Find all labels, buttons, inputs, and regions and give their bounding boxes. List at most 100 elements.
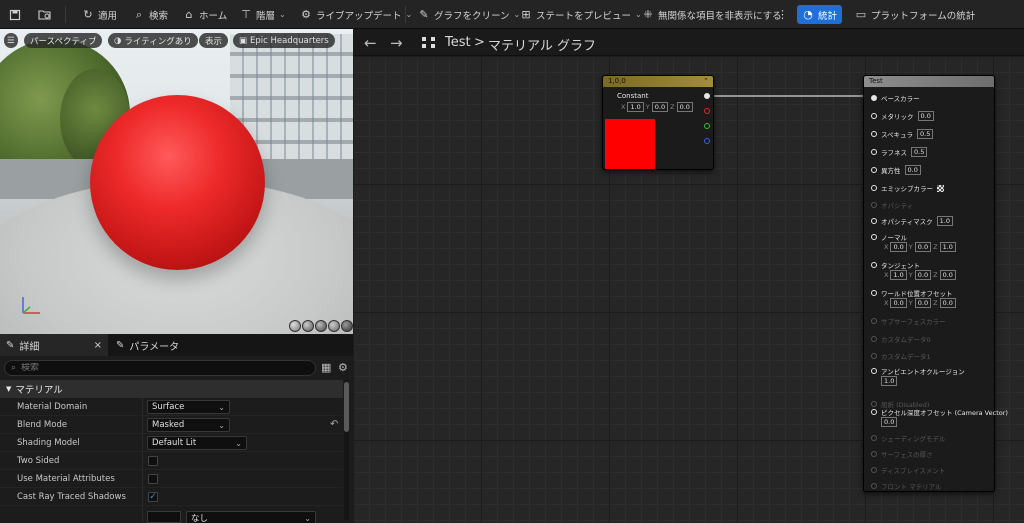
- pin-value-field[interactable]: 0.5: [917, 129, 934, 139]
- forward-arrow-icon[interactable]: →: [390, 34, 403, 52]
- pin-z-field[interactable]: 1.0: [939, 242, 956, 252]
- pin-x-field[interactable]: 0.0: [890, 242, 907, 252]
- pin-xyz-fields: X 1.0 Y 0.0 Z 0.0: [884, 270, 956, 280]
- tab-parameters[interactable]: ✎ パラメータ: [110, 334, 185, 356]
- brush-icon: ✎: [419, 8, 429, 21]
- pin-x-field[interactable]: 1.0: [890, 270, 907, 280]
- pin-y-field[interactable]: 0.0: [914, 298, 932, 308]
- pin-y-field[interactable]: 0.0: [914, 270, 932, 280]
- input-pin[interactable]: [871, 167, 877, 173]
- hide-unrelated-button[interactable]: ⁜ 無関係な項目を非表示にする: [642, 5, 781, 24]
- input-pin[interactable]: [871, 131, 877, 137]
- pin-value-field[interactable]: 0.0: [904, 165, 921, 175]
- breadcrumb-root[interactable]: Test: [445, 35, 471, 50]
- two-sided-checkbox[interactable]: [148, 456, 158, 466]
- reset-to-default-icon[interactable]: ↶: [330, 419, 338, 430]
- constant-z-field[interactable]: 0.0: [676, 102, 693, 112]
- property-row-material-domain: Material Domain Surface ⌄: [0, 398, 343, 416]
- constant3vector-node[interactable]: 1,0,0 ⌃ Constant X 1.0 Y 0.0 Z 0.0: [602, 75, 714, 170]
- preview-viewport[interactable]: ☰ パースペクティブ ◑ ライティングあり 表示 ▣ Epic Headquar…: [0, 29, 353, 334]
- constant-y-field[interactable]: 0.0: [651, 102, 669, 112]
- input-pin[interactable]: [871, 234, 877, 240]
- input-pin[interactable]: [871, 185, 877, 191]
- property-row-partial: なし ⌄: [0, 506, 343, 523]
- pin-value-field[interactable]: 0.0: [881, 417, 898, 427]
- axis-label: Z: [933, 271, 938, 279]
- preview-plane-button[interactable]: [315, 320, 327, 332]
- input-pin[interactable]: [871, 368, 877, 374]
- back-arrow-icon[interactable]: ←: [364, 34, 377, 52]
- pin-label: フロント マテリアル: [881, 483, 942, 491]
- preview-cube-button[interactable]: [328, 320, 340, 332]
- output-pin-red[interactable]: [704, 108, 710, 114]
- preview-sphere-button[interactable]: [289, 320, 301, 332]
- table-view-icon[interactable]: ▦: [321, 361, 331, 374]
- input-pin[interactable]: [871, 218, 877, 224]
- axis-label: Y: [908, 299, 913, 307]
- pin-z-field[interactable]: 0.0: [939, 270, 956, 280]
- output-pin-blue[interactable]: [704, 138, 710, 144]
- details-search-input[interactable]: [21, 363, 292, 373]
- apply-button[interactable]: ↻ 適用: [82, 5, 117, 24]
- output-pin-white[interactable]: [704, 93, 710, 99]
- environment-button[interactable]: ▣ Epic Headquarters: [233, 33, 335, 48]
- material-pin-row: ディスプレイスメント: [871, 465, 945, 475]
- pin-y-field[interactable]: 0.0: [914, 242, 932, 252]
- stats-button[interactable]: ◔ 統計: [797, 5, 843, 24]
- input-pin[interactable]: [871, 95, 877, 101]
- material-graph-canvas[interactable]: 1,0,0 ⌃ Constant X 1.0 Y 0.0 Z 0.0 Test ベース…: [353, 56, 1024, 523]
- material-section-header[interactable]: ▼ マテリアル: [0, 380, 343, 398]
- home-button[interactable]: ⌂ ホーム: [183, 5, 228, 24]
- shading-model-dropdown[interactable]: Default Lit ⌄: [147, 436, 247, 450]
- input-pin[interactable]: [871, 113, 877, 119]
- pin-label: エミッシブカラー: [881, 185, 933, 193]
- material-domain-dropdown[interactable]: Surface ⌄: [147, 400, 230, 414]
- input-pin[interactable]: [871, 149, 877, 155]
- preview-state-button[interactable]: ⊞ ステートをプレビュー ⌄: [520, 5, 641, 24]
- property-row-use-material-attributes: Use Material Attributes: [0, 470, 343, 488]
- material-pin-row: スペキュラ 0.5: [871, 129, 934, 139]
- use-material-attributes-checkbox[interactable]: [148, 474, 158, 484]
- pin-value-field[interactable]: 1.0: [881, 376, 898, 386]
- perspective-button[interactable]: パースペクティブ: [24, 33, 103, 48]
- material-pin-row: ピクセル深度オフセット (Camera Vector): [871, 407, 1008, 417]
- collapse-icon[interactable]: ⌃: [703, 76, 709, 87]
- constant-x-field[interactable]: 1.0: [627, 102, 644, 112]
- more-options-icon[interactable]: ⋮: [777, 5, 788, 24]
- pin-z-field[interactable]: 0.0: [939, 298, 956, 308]
- pin-value-field[interactable]: 1.0: [936, 216, 953, 226]
- pin-value-field[interactable]: 0.5: [911, 147, 928, 157]
- material-result-node[interactable]: Test ベースカラー メタリック 0.0 スペキュラ 0.5 ラフネス 0.5 異方性 0.0…: [863, 75, 1008, 492]
- pin-label: ノーマル: [881, 234, 907, 242]
- preview-cylinder-button[interactable]: [302, 320, 314, 332]
- close-icon[interactable]: ×: [94, 340, 102, 351]
- viewport-menu-button[interactable]: ☰: [4, 33, 18, 48]
- thumbnail-slot[interactable]: [147, 511, 181, 523]
- main-toolbar: ↻ 適用 ⌕ 検索 ⌂ ホーム ⊤ 階層 ⌄ ⚙ ライブアップデート ⌄ ✎ グ…: [0, 0, 1024, 29]
- details-scrollbar-thumb[interactable]: [344, 382, 349, 432]
- output-pin-green[interactable]: [704, 123, 710, 129]
- cast-ray-traced-shadows-checkbox[interactable]: ✓: [148, 492, 158, 502]
- platform-stats-button[interactable]: ▭ プラットフォームの統計: [855, 5, 975, 24]
- search-button[interactable]: ⌕ 検索: [133, 5, 168, 24]
- details-scrollbar[interactable]: [344, 380, 349, 520]
- lighting-button[interactable]: ◑ ライティングあり: [108, 33, 198, 48]
- preview-custom-mesh-button[interactable]: [341, 320, 353, 332]
- axis-label: Y: [908, 243, 913, 251]
- pin-x-field[interactable]: 0.0: [890, 298, 907, 308]
- blend-mode-dropdown[interactable]: Masked ⌄: [147, 418, 230, 432]
- pin-label: シェーディングモデル: [881, 435, 946, 443]
- clean-graph-button[interactable]: ✎ グラフをクリーン ⌄: [418, 5, 520, 24]
- live-update-button[interactable]: ⚙ ライブアップデート ⌄: [300, 5, 412, 24]
- input-pin[interactable]: [871, 409, 877, 415]
- save-icon[interactable]: [9, 5, 21, 24]
- asset-dropdown[interactable]: なし ⌄: [186, 511, 316, 523]
- hierarchy-button[interactable]: ⊤ 階層 ⌄: [240, 5, 286, 24]
- input-pin[interactable]: [871, 290, 877, 296]
- settings-gear-icon[interactable]: ⚙: [338, 361, 348, 374]
- tab-details[interactable]: ✎ 詳細 ×: [0, 334, 108, 356]
- input-pin[interactable]: [871, 262, 877, 268]
- pin-value-field[interactable]: 0.0: [917, 111, 934, 121]
- show-button[interactable]: 表示: [199, 33, 229, 48]
- browse-icon[interactable]: [38, 5, 52, 24]
